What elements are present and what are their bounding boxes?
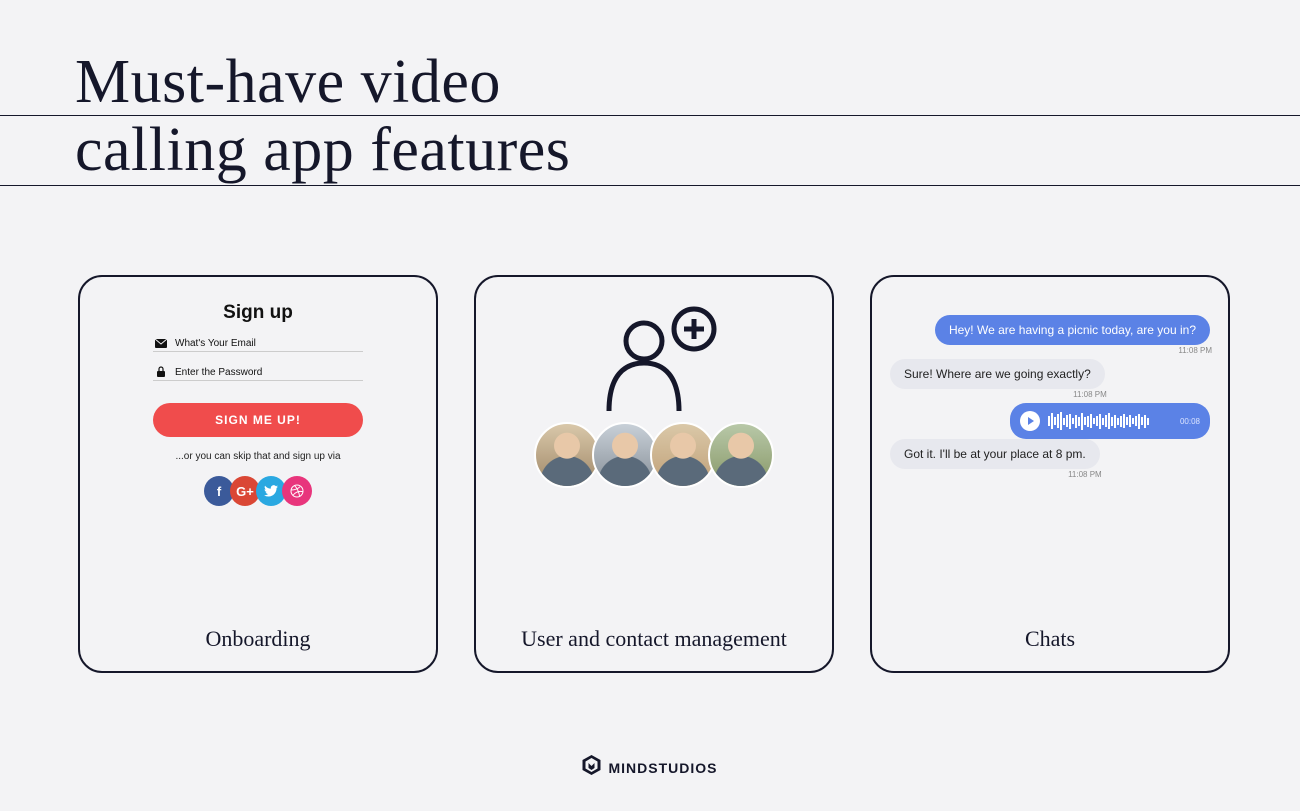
chat-message: Got it. I'll be at your place at 8 pm.: [904, 447, 1086, 461]
chat-message: Hey! We are having a picnic today, are y…: [949, 323, 1196, 337]
card-label-contacts: User and contact management: [476, 614, 832, 671]
avatar: [708, 422, 774, 488]
audio-duration: 00:08: [1180, 417, 1200, 426]
avatar-row: [538, 422, 770, 488]
email-placeholder: What's Your Email: [175, 338, 256, 349]
title-line-2: calling app features: [75, 116, 570, 184]
password-placeholder: Enter the Password: [175, 367, 262, 378]
feature-cards: Sign up What's Your Email Enter the Pass…: [78, 275, 1230, 673]
page-title: Must-have video calling app features: [75, 48, 570, 184]
play-icon[interactable]: [1020, 411, 1040, 431]
brand-name: MINDSTUDIOS: [609, 760, 718, 776]
card-onboarding: Sign up What's Your Email Enter the Pass…: [78, 275, 438, 673]
add-user-icon: [584, 301, 724, 426]
timestamp: 11:08 PM: [1178, 346, 1212, 355]
title-line-1: Must-have video: [75, 48, 570, 116]
password-field[interactable]: Enter the Password: [153, 366, 363, 381]
mail-icon: [153, 339, 169, 348]
card-chats: Hey! We are having a picnic today, are y…: [870, 275, 1230, 673]
email-field[interactable]: What's Your Email: [153, 338, 363, 352]
signup-button[interactable]: SIGN ME UP!: [153, 403, 363, 437]
chat-message: Sure! Where are we going exactly?: [904, 367, 1091, 381]
avatar: [534, 422, 600, 488]
chat-bubble-outgoing: Hey! We are having a picnic today, are y…: [935, 315, 1210, 345]
horizontal-rule: [0, 115, 1300, 116]
signup-heading: Sign up: [80, 302, 436, 324]
chat-bubble-incoming: Got it. I'll be at your place at 8 pm. 1…: [890, 439, 1100, 469]
card-contacts: User and contact management: [474, 275, 834, 673]
card-label-chats: Chats: [872, 614, 1228, 671]
audio-message[interactable]: 00:08: [1010, 403, 1210, 439]
timestamp: 11:08 PM: [1068, 470, 1102, 479]
timestamp: 11:08 PM: [1073, 390, 1107, 399]
brand-logo: MINDSTUDIOS: [583, 755, 718, 781]
waveform-icon: [1048, 412, 1172, 430]
skip-text: ...or you can skip that and sign up via: [80, 451, 436, 462]
avatar: [650, 422, 716, 488]
logo-mark-icon: [583, 755, 601, 781]
lock-icon: [153, 366, 169, 378]
chat-area: Hey! We are having a picnic today, are y…: [872, 277, 1228, 483]
avatar: [592, 422, 658, 488]
social-buttons: f G+: [80, 476, 436, 506]
card-label-onboarding: Onboarding: [80, 614, 436, 671]
chat-bubble-incoming: Sure! Where are we going exactly? 11:08 …: [890, 359, 1105, 389]
horizontal-rule: [0, 185, 1300, 186]
dribbble-icon[interactable]: [282, 476, 312, 506]
